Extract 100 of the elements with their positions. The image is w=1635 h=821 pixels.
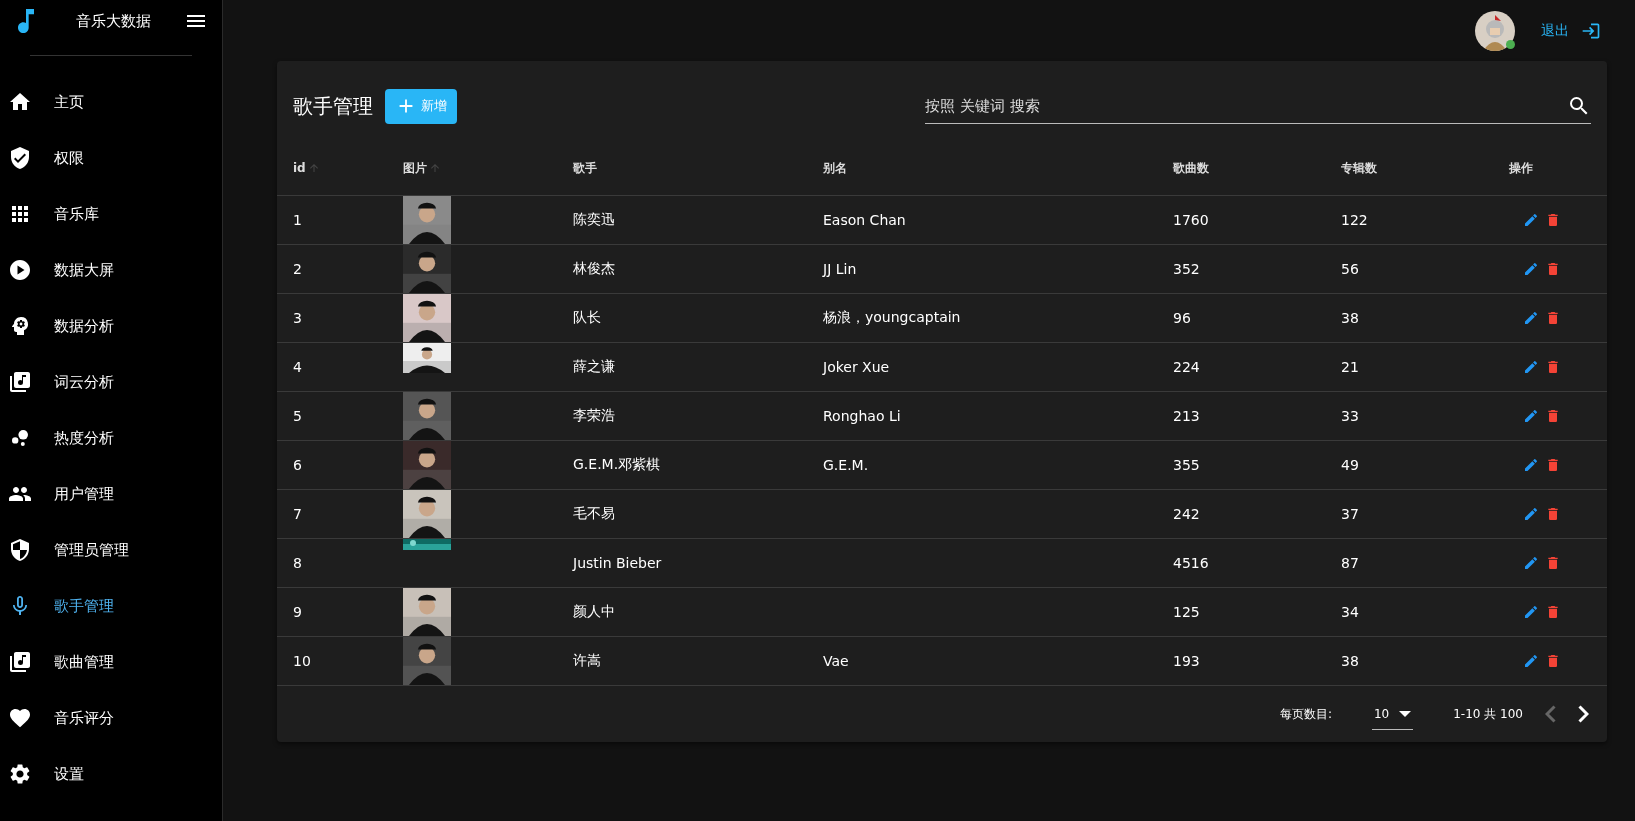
table-cell-text: 8	[293, 555, 303, 571]
table-cell-text: Ronghao Li	[823, 408, 902, 424]
delete-icon[interactable]	[1545, 653, 1561, 669]
sidebar-item[interactable]: 数据分析	[0, 298, 222, 354]
table-cell-text: 李荣浩	[573, 407, 616, 425]
sidebar-item[interactable]: 音乐库	[0, 186, 222, 242]
avatar[interactable]	[1475, 10, 1515, 51]
table-cell-text: 林俊杰	[573, 260, 616, 278]
table-cell-text: 33	[1341, 408, 1360, 424]
column-header[interactable]: 歌手	[573, 159, 823, 177]
dropdown-caret-icon	[1399, 710, 1412, 717]
sidebar-item[interactable]: 热度分析	[0, 410, 222, 466]
table-cell-text: Vae	[823, 653, 850, 669]
table-cell-text: 355	[1173, 457, 1201, 473]
sidebar-item[interactable]: 音乐评分	[0, 690, 222, 746]
edit-icon[interactable]	[1523, 604, 1539, 620]
table-cell-text: 2	[293, 261, 303, 277]
play-icon	[8, 258, 32, 282]
edit-icon[interactable]	[1523, 359, 1539, 375]
delete-icon[interactable]	[1545, 310, 1561, 326]
next-page-button[interactable]	[1578, 705, 1589, 723]
table-cell-text: Joker Xue	[823, 359, 891, 375]
table-cell-text: 49	[1341, 457, 1360, 473]
chevron-right-icon	[1578, 705, 1589, 723]
table-cell-text: 6	[293, 457, 303, 473]
table-cell-text: 毛不易	[573, 505, 616, 523]
table-cell-text: 1	[293, 212, 303, 228]
edit-icon[interactable]	[1523, 653, 1539, 669]
sidebar-item[interactable]: 用户管理	[0, 466, 222, 522]
table-cell-text: 122	[1341, 212, 1369, 228]
table-cell-text: 4516	[1173, 555, 1210, 571]
delete-icon[interactable]	[1545, 604, 1561, 620]
table-cell-text: G.E.M.邓紫棋	[573, 456, 662, 474]
table-cell-text: 1760	[1173, 212, 1210, 228]
column-header[interactable]: 歌曲数	[1173, 159, 1341, 177]
table-cell-text: 224	[1173, 359, 1201, 375]
table-cell-text: G.E.M.	[823, 457, 870, 473]
table-cell-text: 96	[1173, 310, 1192, 326]
per-page-label: 每页数目:	[1279, 705, 1332, 723]
table-cell-text: 许嵩	[573, 652, 602, 670]
column-header[interactable]: 操作	[1509, 159, 1591, 177]
settings-icon	[8, 762, 32, 786]
per-page-select[interactable]: 10	[1371, 698, 1414, 730]
edit-icon[interactable]	[1523, 506, 1539, 522]
table-cell-text: 薛之谦	[573, 358, 616, 376]
edit-icon[interactable]	[1523, 261, 1539, 277]
shield-check-icon	[8, 146, 32, 170]
table-cell-text: 87	[1341, 555, 1360, 571]
chevron-left-icon	[1545, 705, 1556, 723]
table-cell-text: 颜人中	[573, 603, 616, 621]
sidebar-item[interactable]: 歌手管理	[0, 578, 222, 634]
logout-link[interactable]: 退出	[1541, 20, 1601, 41]
column-header[interactable]: 图片	[403, 159, 573, 177]
table-cell-text: 3	[293, 310, 303, 326]
edit-icon[interactable]	[1523, 310, 1539, 326]
sidebar-item[interactable]: 管理员管理	[0, 522, 222, 578]
delete-icon[interactable]	[1545, 457, 1561, 473]
shield-icon	[8, 538, 32, 562]
edit-icon[interactable]	[1523, 555, 1539, 571]
table-cell-text: 37	[1341, 506, 1360, 522]
column-header[interactable]: 别名	[823, 159, 1173, 177]
table-cell-text: 10	[293, 653, 312, 669]
app-title: 音乐大数据	[74, 11, 152, 31]
table-cell-text: 193	[1173, 653, 1201, 669]
music-album-icon	[8, 650, 32, 674]
heart-icon	[8, 706, 32, 730]
music-album-icon	[8, 370, 32, 394]
table-cell-text: 38	[1341, 653, 1360, 669]
edit-icon[interactable]	[1523, 408, 1539, 424]
table-cell-text: 242	[1173, 506, 1201, 522]
sidebar-item[interactable]: 词云分析	[0, 354, 222, 410]
table-cell-text: 21	[1341, 359, 1360, 375]
edit-icon[interactable]	[1523, 212, 1539, 228]
sidebar-item[interactable]: 设置	[0, 746, 222, 802]
table-cell-text: 352	[1173, 261, 1201, 277]
table-cell-text: 9	[293, 604, 303, 620]
search-field[interactable]: 按照 关键词 搜索	[925, 88, 1591, 124]
delete-icon[interactable]	[1545, 212, 1561, 228]
delete-icon[interactable]	[1545, 359, 1561, 375]
table-cell-text: 队长	[573, 309, 602, 327]
sidebar-item[interactable]: 歌曲管理	[0, 634, 222, 690]
column-header[interactable]: id	[293, 161, 403, 175]
table-cell-text: Justin Bieber	[573, 555, 663, 571]
table-cell-text: JJ Lin	[823, 261, 858, 277]
table-cell-text: 陈奕迅	[573, 211, 616, 229]
table-cell-text: 5	[293, 408, 303, 424]
table-cell-text: Eason Chan	[823, 212, 907, 228]
sidebar-item[interactable]: 主页	[0, 74, 222, 130]
sidebar-item[interactable]: 数据大屏	[0, 242, 222, 298]
delete-icon[interactable]	[1545, 506, 1561, 522]
table-cell-text: 38	[1341, 310, 1360, 326]
delete-icon[interactable]	[1545, 408, 1561, 424]
page-range: 1-10 共 100	[1453, 705, 1523, 723]
delete-icon[interactable]	[1545, 555, 1561, 571]
sidebar-item[interactable]: 权限	[0, 130, 222, 186]
column-header[interactable]: 专辑数	[1341, 159, 1509, 177]
table-cell-text: 4	[293, 359, 303, 375]
edit-icon[interactable]	[1523, 457, 1539, 473]
delete-icon[interactable]	[1545, 261, 1561, 277]
table-cell-text: 7	[293, 506, 303, 522]
